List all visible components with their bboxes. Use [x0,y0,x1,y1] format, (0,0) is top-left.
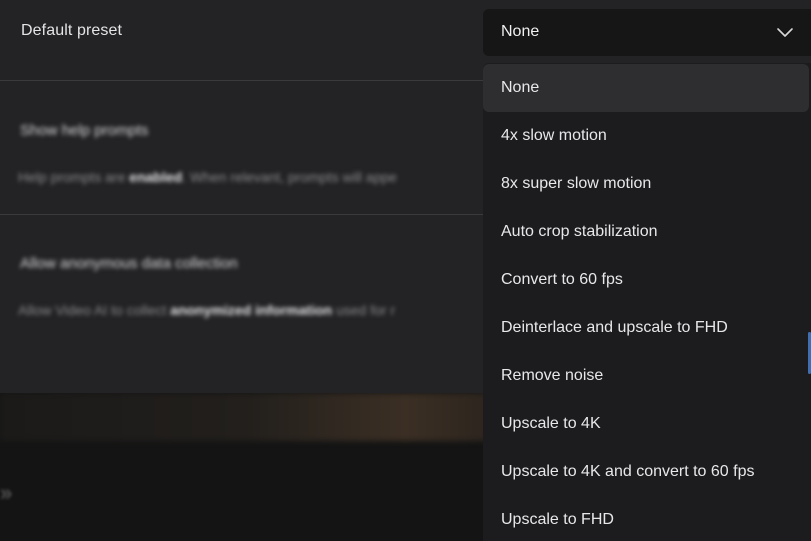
option-label: 8x super slow motion [501,175,652,192]
help-prompts-description: Help prompts are enabled. When relevant,… [18,169,397,185]
dropdown-option-upscale-4k-60-fps[interactable]: Upscale to 4K and convert to 60 fps [483,448,809,496]
option-label: Convert to 60 fps [501,271,623,288]
dropdown-option-deinterlace-upscale-fhd[interactable]: Deinterlace and upscale to FHD [483,304,809,352]
option-label: None [501,79,540,96]
dropdown-option-8x-super-slow-motion[interactable]: 8x super slow motion [483,160,809,208]
default-preset-select[interactable]: None [483,9,811,56]
dropdown-option-4x-slow-motion[interactable]: 4x slow motion [483,112,809,160]
option-label: 4x slow motion [501,127,607,144]
dropdown-option-auto-crop-stabilization[interactable]: Auto crop stabilization [483,208,809,256]
option-label: Deinterlace and upscale to FHD [501,319,728,336]
data-collection-heading: Allow anonymous data collection [20,255,238,272]
chevron-down-icon [777,28,793,37]
option-label: Auto crop stabilization [501,223,658,240]
option-label: Upscale to FHD [501,511,614,528]
dropdown-option-upscale-to-4k[interactable]: Upscale to 4K [483,400,809,448]
option-label: Upscale to 4K and convert to 60 fps [501,463,755,480]
data-collection-description: Allow Video AI to collect anonymized inf… [18,302,396,318]
select-value: None [501,23,540,40]
preferences-window: » Default preset Show help prompts Help … [0,0,811,541]
default-preset-label: Default preset [21,22,123,39]
option-label: Upscale to 4K [501,415,601,432]
dropdown-option-upscale-to-fhd[interactable]: Upscale to FHD [483,496,809,541]
dropdown-option-remove-noise[interactable]: Remove noise [483,352,809,400]
help-prompts-heading: Show help prompts [20,122,149,139]
option-label: Remove noise [501,367,604,384]
skip-forward-icon: » [0,480,13,505]
dropdown-option-convert-to-60-fps[interactable]: Convert to 60 fps [483,256,809,304]
preset-dropdown-menu: None 4x slow motion 8x super slow motion… [483,63,811,541]
dropdown-option-none[interactable]: None [483,64,809,112]
